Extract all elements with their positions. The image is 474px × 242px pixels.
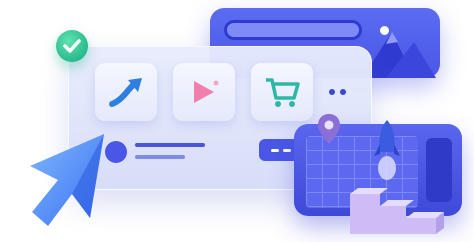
- text-line-placeholder-short: [135, 155, 185, 159]
- trend-arrow-icon: [109, 78, 142, 107]
- check-icon: [63, 39, 81, 53]
- play-icon: [194, 80, 219, 103]
- search-bar-shape: [224, 20, 362, 40]
- check-badge: [56, 30, 88, 62]
- more-dots-icon: [329, 89, 346, 95]
- shopping-cart-icon: [266, 78, 300, 107]
- location-pin-icon: [318, 114, 340, 144]
- play-tile: [173, 63, 235, 121]
- stairs-shape: [350, 188, 444, 234]
- trend-tile: [95, 63, 157, 121]
- illustration-scene: [0, 0, 474, 242]
- mouse-cursor-icon: [30, 134, 104, 226]
- text-line-placeholder: [135, 143, 205, 147]
- cart-tile: [251, 63, 313, 121]
